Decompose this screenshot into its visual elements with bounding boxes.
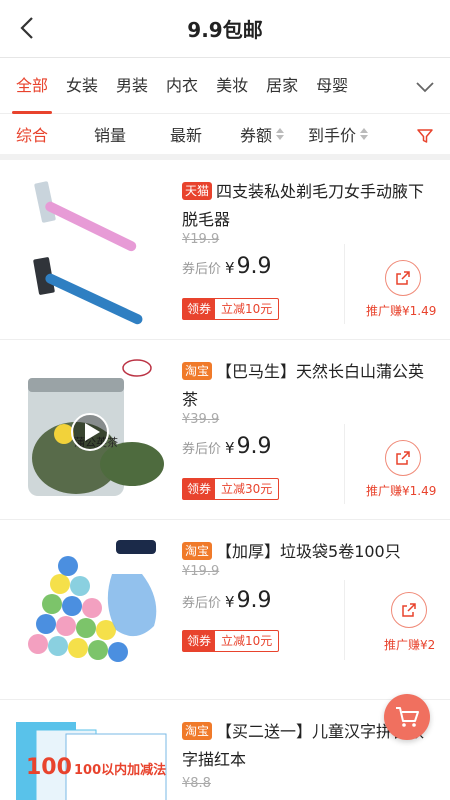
tab-mens[interactable]: 男装 [116, 58, 148, 114]
sort-sales-label: 销量 [94, 126, 127, 145]
sort-coupon-amount[interactable]: 券额 [240, 122, 285, 146]
coupon-value: 立减10元 [221, 634, 273, 648]
book-title: 100以内加减法 [74, 762, 166, 778]
share-button[interactable] [385, 260, 421, 296]
product-image [12, 534, 168, 690]
coupon-button[interactable]: 领券 立减10元 [182, 298, 280, 320]
price-value: 9.9 [236, 588, 272, 613]
coupon-button[interactable]: 领券 立减10元 [182, 630, 280, 652]
original-price: ¥19.9 [182, 564, 220, 579]
sort-bar: 综合 销量 最新 券额 到手价 [0, 114, 450, 160]
after-coupon-price: 券后价 ¥9.9 [182, 588, 272, 613]
divider [344, 244, 345, 324]
sort-arrows-icon [360, 128, 369, 140]
original-price: ¥8.8 [182, 776, 211, 791]
product-image: 100 100以内加减法 [12, 714, 168, 800]
coupon-value: 立减30元 [221, 482, 273, 496]
sort-default[interactable]: 综合 [16, 122, 48, 146]
divider [344, 424, 345, 504]
category-tabs: 全部 女装 男装 内衣 美妆 居家 母婴 [0, 58, 450, 114]
product-title-text: 【巴马生】天然长白山蒲公英茶 [182, 362, 425, 409]
platform-tag: 淘宝 [182, 362, 213, 380]
tab-underwear[interactable]: 内衣 [166, 58, 198, 114]
sort-final-price-label: 到手价 [308, 126, 357, 145]
platform-tag: 淘宝 [182, 722, 213, 740]
coupon-button[interactable]: 领券 立减30元 [182, 478, 280, 500]
after-coupon-price: 券后价 ¥9.9 [182, 434, 272, 459]
share-button[interactable] [385, 440, 421, 476]
product-item[interactable]: 淘宝 【加厚】垃圾袋5卷100只 ¥19.9 券后价 ¥9.9 领券 立减10元 推广… [0, 520, 450, 700]
page-title: 9.9包邮 [187, 18, 263, 42]
sort-sales[interactable]: 销量 [94, 122, 126, 146]
shopping-cart-button[interactable] [384, 694, 430, 740]
sort-default-label: 综合 [16, 126, 49, 145]
app-header: 9.9包邮 [0, 0, 450, 58]
book-number: 100 [26, 755, 72, 780]
product-title: 天猫 四支装私处剃毛刀女手动腋下脱毛器 [182, 178, 434, 234]
share-icon [402, 603, 416, 617]
tab-womens[interactable]: 女装 [66, 58, 98, 114]
product-title: 淘宝 【加厚】垃圾袋5卷100只 [182, 538, 434, 566]
sort-newest-label: 最新 [170, 126, 203, 145]
product-item[interactable]: 天猫 四支装私处剃毛刀女手动腋下脱毛器 ¥19.9 券后价 ¥9.9 领券 立减10元… [0, 160, 450, 340]
coupon-label: 领券 [183, 299, 216, 319]
product-title-text: 【加厚】垃圾袋5卷100只 [216, 542, 401, 561]
tab-baby[interactable]: 母婴 [316, 58, 348, 114]
sort-newest[interactable]: 最新 [170, 122, 202, 146]
coupon-label: 领券 [183, 631, 216, 651]
product-title-text: 四支装私处剃毛刀女手动腋下脱毛器 [182, 182, 425, 229]
currency-symbol: ¥ [225, 259, 235, 277]
sort-coupon-amount-label: 券额 [240, 126, 273, 145]
coupon-value: 立减10元 [221, 302, 273, 316]
promo-earn: 推广赚¥1.49 [366, 484, 437, 498]
chevron-down-icon[interactable] [414, 76, 436, 98]
shopping-cart-icon [396, 707, 419, 727]
product-image [12, 174, 168, 330]
product-item[interactable]: 蒲公英茶 淘宝【巴马生】天然长白山蒲公英茶 ¥39.9 券后价¥9.9 领券立减… [0, 340, 450, 520]
price-value: 9.9 [236, 254, 272, 279]
product-image: 蒲公英茶 [12, 354, 168, 510]
original-price: ¥39.9 [182, 412, 220, 427]
tab-all[interactable]: 全部 [11, 58, 53, 114]
price-value: 9.9 [236, 434, 272, 459]
after-coupon-label: 券后价 [182, 262, 222, 277]
share-icon [396, 271, 410, 285]
promo-earn: 推广赚¥2 [384, 638, 436, 652]
tab-beauty[interactable]: 美妆 [216, 58, 248, 114]
product-title: 淘宝 【巴马生】天然长白山蒲公英茶 [182, 358, 434, 414]
sort-arrows-icon [276, 128, 285, 140]
sort-final-price[interactable]: 到手价 [308, 122, 369, 146]
promo-earn: 推广赚¥1.49 [366, 304, 437, 318]
currency-symbol: ¥ [225, 439, 235, 457]
after-coupon-price: 券后价 ¥9.9 [182, 254, 272, 279]
after-coupon-label: 券后价 [182, 442, 222, 457]
platform-tag: 淘宝 [182, 542, 213, 560]
divider [344, 580, 345, 660]
back-arrow-icon[interactable] [14, 14, 42, 42]
coupon-label: 领券 [183, 479, 216, 499]
share-icon [396, 451, 410, 465]
product-list: 天猫 四支装私处剃毛刀女手动腋下脱毛器 ¥19.9 券后价 ¥9.9 领券 立减10元… [0, 160, 450, 800]
share-button[interactable] [391, 592, 427, 628]
platform-tag: 天猫 [182, 182, 213, 200]
currency-symbol: ¥ [225, 593, 235, 611]
original-price: ¥19.9 [182, 232, 220, 247]
after-coupon-label: 券后价 [182, 596, 222, 611]
tab-home[interactable]: 居家 [266, 58, 298, 114]
filter-icon[interactable] [416, 127, 434, 145]
product-item[interactable]: 100 100以内加减法 淘宝 【买二送一】儿童汉字拼音数字描红本 ¥8.8 [0, 700, 450, 800]
